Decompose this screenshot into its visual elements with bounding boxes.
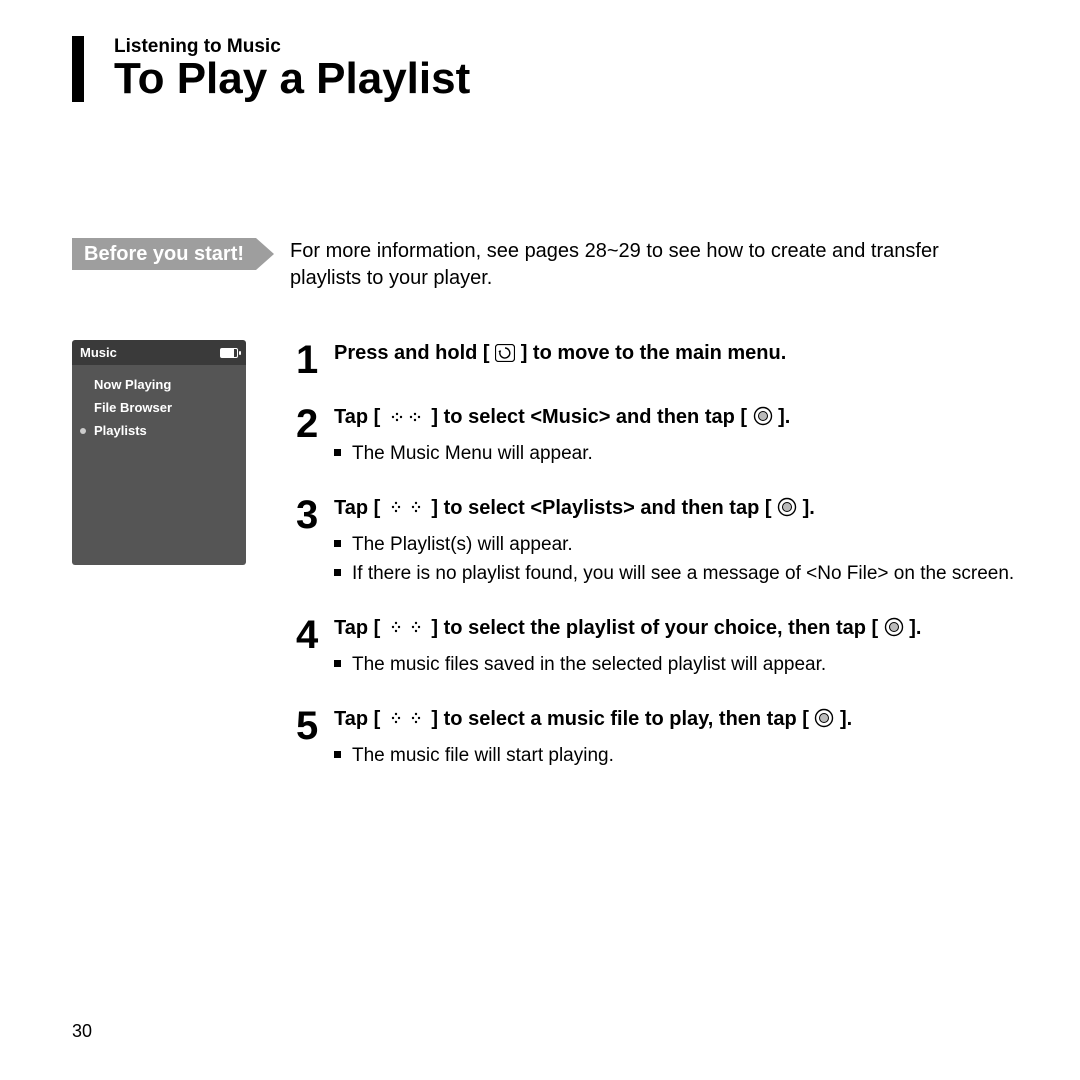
up-down-icon — [386, 619, 426, 637]
select-button-icon — [884, 617, 904, 637]
step: 2Tap [ ] to select <Music> and then tap … — [296, 404, 1040, 471]
step-bullet: The Playlist(s) will appear. — [334, 532, 1040, 558]
step-heading: Tap [ ] to select the playlist of your c… — [334, 617, 922, 639]
step-heading: Tap [ ] to select <Music> and then tap [… — [334, 406, 790, 428]
step-heading: Tap [ ] to select <Playlists> and then t… — [334, 497, 815, 519]
before-you-start-text: For more information, see pages 28~29 to… — [290, 238, 1010, 292]
step-bullet: The music files saved in the selected pl… — [334, 652, 1040, 678]
select-button-icon — [814, 708, 834, 728]
left-right-icon — [386, 408, 426, 426]
step-number: 1 — [296, 340, 330, 380]
device-menu-item: File Browser — [72, 396, 246, 419]
step-number: 2 — [296, 404, 330, 444]
before-you-start-badge: Before you start! — [72, 238, 256, 270]
select-button-icon — [777, 497, 797, 517]
up-down-icon — [386, 499, 426, 517]
step-heading: Press and hold [ ] to move to the main m… — [334, 342, 786, 364]
step-bullet: If there is no playlist found, you will … — [334, 561, 1040, 587]
select-button-icon — [753, 406, 773, 426]
step: 4Tap [ ] to select the playlist of your … — [296, 615, 1040, 682]
page-title: To Play a Playlist — [114, 56, 1040, 102]
device-menu-item: Now Playing — [72, 373, 246, 396]
battery-icon — [220, 348, 238, 358]
step: 3Tap [ ] to select <Playlists> and then … — [296, 495, 1040, 591]
up-down-icon — [386, 710, 426, 728]
device-screenshot: Music Now Playing File Browser Playlists — [72, 340, 246, 796]
device-menu-item-selected: Playlists — [72, 419, 246, 442]
device-menu: Now Playing File Browser Playlists — [72, 365, 246, 565]
back-button-icon — [495, 344, 515, 362]
step: 1Press and hold [ ] to move to the main … — [296, 340, 1040, 380]
device-title: Music — [80, 345, 117, 360]
step-number: 5 — [296, 706, 330, 746]
page-number: 30 — [72, 1021, 92, 1042]
step-number: 3 — [296, 495, 330, 535]
step: 5Tap [ ] to select a music file to play,… — [296, 706, 1040, 773]
step-heading: Tap [ ] to select a music file to play, … — [334, 708, 852, 730]
step-number: 4 — [296, 615, 330, 655]
step-bullet: The music file will start playing. — [334, 743, 1040, 769]
step-bullet: The Music Menu will appear. — [334, 441, 1040, 467]
